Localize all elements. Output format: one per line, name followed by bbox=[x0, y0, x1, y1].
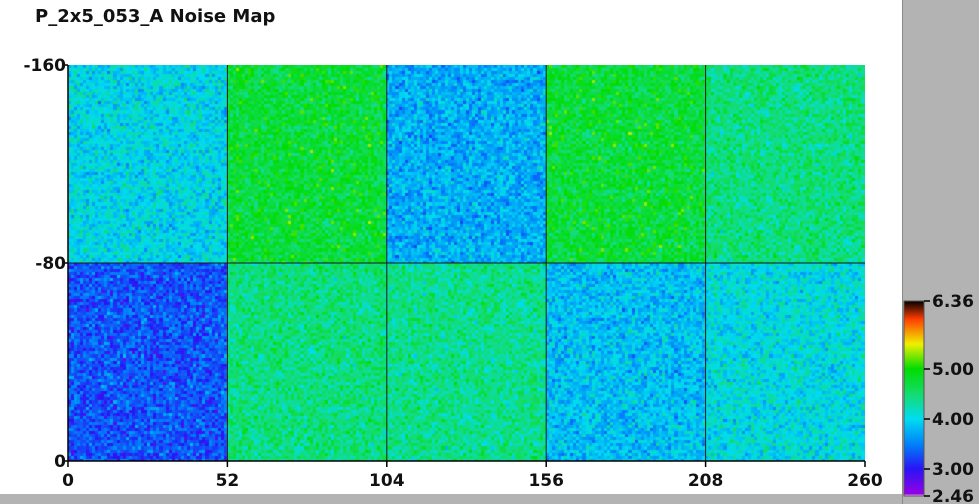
x-tick-label: 104 bbox=[369, 471, 405, 491]
color-scale-label: 3.00 bbox=[932, 460, 974, 480]
x-tick-label: 52 bbox=[216, 471, 240, 491]
chart-overlay: 0 52 104 156 208 260 0 -80 -160 6.36 5.00 4.00 3.0… bbox=[23, 56, 974, 504]
color-scale-label: 2.46 bbox=[932, 487, 974, 504]
color-scale: 6.36 5.00 4.00 3.00 2.46 bbox=[903, 292, 974, 504]
color-scale-label: 6.36 bbox=[932, 292, 974, 312]
color-scale-label: 5.00 bbox=[932, 360, 974, 380]
y-axis: 0 -80 -160 bbox=[23, 56, 69, 472]
x-tick-label: 260 bbox=[847, 471, 883, 491]
y-tick-label: -160 bbox=[23, 56, 66, 76]
x-tick-label: 156 bbox=[528, 471, 564, 491]
grid-lines bbox=[68, 65, 865, 461]
x-axis: 0 52 104 156 208 260 bbox=[62, 460, 883, 491]
x-tick-label: 208 bbox=[688, 471, 724, 491]
y-tick-label: 0 bbox=[54, 452, 66, 472]
color-scale-label: 4.00 bbox=[932, 410, 974, 430]
color-scale-bar bbox=[903, 300, 925, 497]
x-tick-label: 0 bbox=[62, 471, 74, 491]
y-tick-label: -80 bbox=[35, 254, 66, 274]
